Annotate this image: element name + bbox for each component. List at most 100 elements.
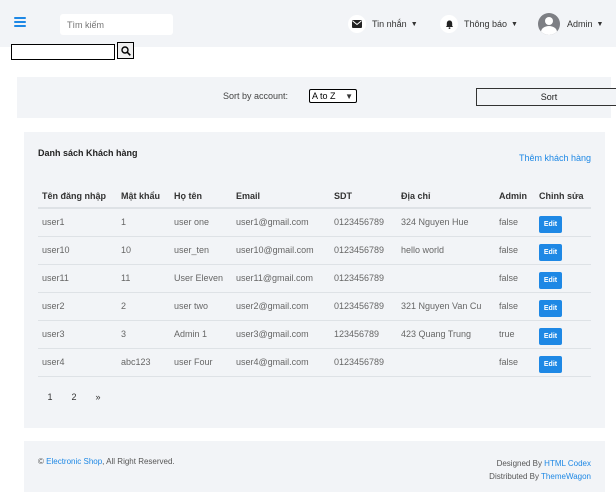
chevron-down-icon: ▼ xyxy=(410,20,418,28)
cell-username: user10 xyxy=(38,236,117,265)
table-row: user1 1 user one user1@gmail.com 0123456… xyxy=(38,208,591,237)
customer-list-panel: Danh sách Khách hàng Thêm khách hàng Tên… xyxy=(24,132,605,428)
table-header-row: Tên đăng nhập Mật khẩu Họ tên Email SDT … xyxy=(38,184,591,209)
cell-username: user1 xyxy=(38,208,117,237)
cell-phone: 0123456789 xyxy=(330,236,397,265)
cell-edit: Edit xyxy=(535,208,591,237)
bell-icon xyxy=(440,15,458,33)
cell-address: 324 Nguyen Hue xyxy=(397,208,495,237)
notifications-dropdown[interactable]: Thông báo ▼ xyxy=(440,13,518,35)
designed-by-label: Designed By xyxy=(496,459,542,468)
customer-table: Tên đăng nhập Mật khẩu Họ tên Email SDT … xyxy=(38,184,591,377)
cell-phone: 0123456789 xyxy=(330,208,397,237)
column-header: Email xyxy=(232,184,330,209)
credits: Designed By HTML Codex Distributed By Th… xyxy=(489,457,591,483)
cell-email: user1@gmail.com xyxy=(232,208,330,237)
column-header: SDT xyxy=(330,184,397,209)
user-dropdown[interactable]: Admin ▼ xyxy=(538,13,603,35)
shop-name-link[interactable]: Electronic Shop xyxy=(46,457,102,466)
cell-phone: 0123456789 xyxy=(330,292,397,321)
cell-edit: Edit xyxy=(535,348,591,377)
messages-dropdown[interactable]: Tin nhắn ▼ xyxy=(348,13,418,35)
table-row: user2 2 user two user2@gmail.com 0123456… xyxy=(38,292,591,321)
cell-edit: Edit xyxy=(535,264,591,293)
sort-select[interactable]: A to Z ▼ xyxy=(309,89,357,103)
cell-address: 321 Nguyen Van Cu xyxy=(397,292,495,321)
distributor-link[interactable]: ThemeWagon xyxy=(541,472,591,481)
cell-address xyxy=(397,348,495,377)
sort-panel: Sort by account: A to Z ▼ Sort xyxy=(17,77,616,118)
footer: © Electronic Shop, All Right Reserved. D… xyxy=(24,441,605,492)
search-field[interactable] xyxy=(11,44,115,60)
cell-admin: false xyxy=(495,348,535,377)
cell-admin: false xyxy=(495,264,535,293)
messages-label: Tin nhắn xyxy=(372,19,407,29)
edit-button[interactable]: Edit xyxy=(539,271,562,289)
page-link-next[interactable]: » xyxy=(86,392,110,402)
cell-address xyxy=(397,264,495,293)
column-header: Chỉnh sửa xyxy=(535,184,591,209)
cell-phone: 0123456789 xyxy=(330,348,397,377)
sort-button[interactable]: Sort xyxy=(476,88,616,106)
search-icon xyxy=(120,45,131,56)
column-header: Họ tên xyxy=(170,184,232,209)
cell-username: user11 xyxy=(38,264,117,293)
cell-admin: false xyxy=(495,208,535,237)
cell-username: user3 xyxy=(38,320,117,349)
user-label: Admin xyxy=(567,19,593,29)
cell-fullname: user two xyxy=(170,292,232,321)
cell-username: user4 xyxy=(38,348,117,377)
cell-edit: Edit xyxy=(535,292,591,321)
column-header: Tên đăng nhập xyxy=(38,184,117,209)
rights-text: , All Right Reserved. xyxy=(102,457,175,466)
cell-password: abc123 xyxy=(117,348,170,377)
cell-email: user3@gmail.com xyxy=(232,320,330,349)
cell-address: 423 Quang Trung xyxy=(397,320,495,349)
cell-phone: 123456789 xyxy=(330,320,397,349)
cell-admin: false xyxy=(495,292,535,321)
cell-username: user2 xyxy=(38,292,117,321)
cell-password: 11 xyxy=(117,264,170,293)
edit-button[interactable]: Edit xyxy=(539,215,562,233)
chevron-down-icon: ▼ xyxy=(511,20,518,28)
copyright-symbol: © xyxy=(38,457,44,466)
notifications-label: Thông báo xyxy=(464,19,508,29)
column-header: Admin xyxy=(495,184,535,209)
column-header: Địa chỉ xyxy=(397,184,495,209)
cell-edit: Edit xyxy=(535,236,591,265)
sort-label: Sort by account: xyxy=(223,91,289,101)
list-title: Danh sách Khách hàng xyxy=(38,148,138,158)
cell-email: user10@gmail.com xyxy=(232,236,330,265)
cell-fullname: User Eleven xyxy=(170,264,232,293)
search-input[interactable] xyxy=(60,14,173,35)
cell-edit: Edit xyxy=(535,320,591,349)
chevron-down-icon: ▼ xyxy=(596,20,604,28)
top-navbar: Tin nhắn ▼ Thông báo ▼ Admin ▼ xyxy=(0,0,616,47)
designer-link[interactable]: HTML Codex xyxy=(544,459,591,468)
table-row: user4 abc123 user Four user4@gmail.com 0… xyxy=(38,348,591,377)
cell-fullname: user_ten xyxy=(170,236,232,265)
cell-admin: true xyxy=(495,320,535,349)
cell-admin: false xyxy=(495,236,535,265)
search-button[interactable] xyxy=(117,42,134,59)
page-link-2[interactable]: 2 xyxy=(62,392,86,402)
cell-fullname: Admin 1 xyxy=(170,320,232,349)
cell-password: 1 xyxy=(117,208,170,237)
cell-email: user11@gmail.com xyxy=(232,264,330,293)
add-customer-link[interactable]: Thêm khách hàng xyxy=(519,153,591,163)
edit-button[interactable]: Edit xyxy=(539,243,562,261)
cell-email: user2@gmail.com xyxy=(232,292,330,321)
menu-toggle-icon[interactable] xyxy=(14,17,26,29)
cell-phone: 0123456789 xyxy=(330,264,397,293)
table-row: user3 3 Admin 1 user3@gmail.com 12345678… xyxy=(38,320,591,349)
edit-button[interactable]: Edit xyxy=(539,299,562,317)
edit-button[interactable]: Edit xyxy=(539,327,562,345)
table-row: user11 11 User Eleven user11@gmail.com 0… xyxy=(38,264,591,293)
pagination: 1 2 » xyxy=(38,392,110,402)
page-link-1[interactable]: 1 xyxy=(38,392,62,402)
edit-button[interactable]: Edit xyxy=(539,355,562,373)
copyright-text: © Electronic Shop, All Right Reserved. xyxy=(38,457,175,466)
sort-selected-value: A to Z xyxy=(312,91,336,101)
cell-email: user4@gmail.com xyxy=(232,348,330,377)
cell-password: 3 xyxy=(117,320,170,349)
